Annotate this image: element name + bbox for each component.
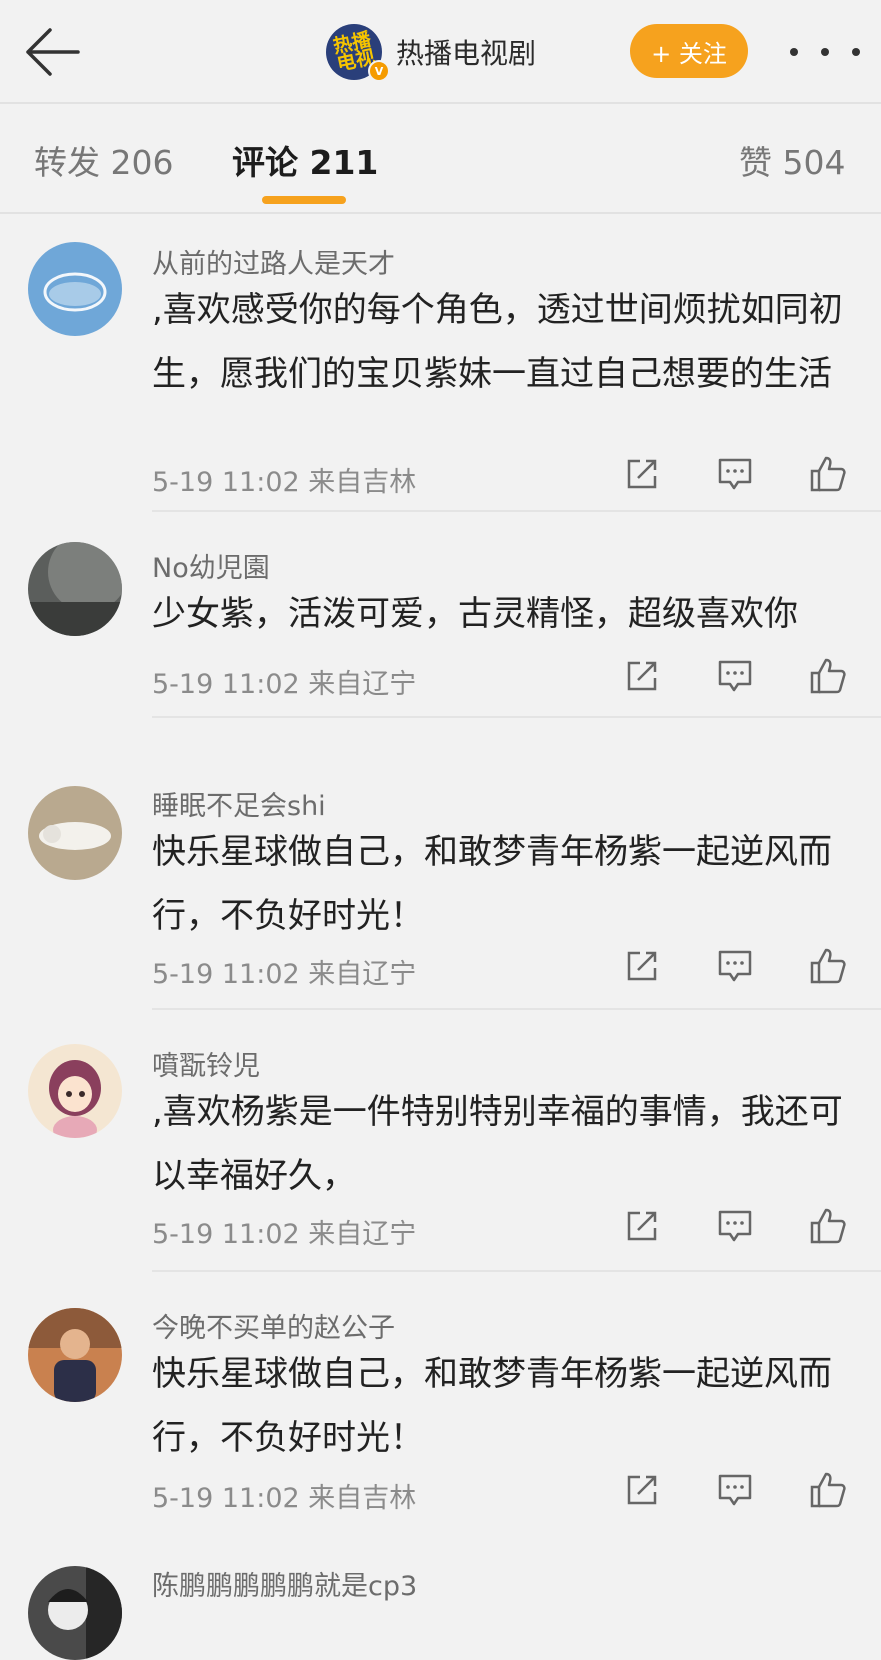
tab-repost[interactable]: 转发 206	[34, 136, 173, 184]
share-icon	[627, 1211, 657, 1241]
comment-icon	[718, 660, 752, 692]
like-button[interactable]	[806, 452, 850, 496]
avatar[interactable]	[28, 542, 122, 636]
share-icon	[627, 459, 657, 489]
share-button[interactable]	[620, 452, 664, 496]
comment-actions	[620, 1468, 850, 1512]
comment-username[interactable]: 今晚不买单的赵公子	[152, 1306, 395, 1345]
comment-text: 少女紫，活泼可爱，古灵精怪，超级喜欢你	[152, 594, 798, 634]
comment-actions	[620, 452, 850, 496]
avatar-image	[28, 1566, 122, 1660]
reply-button[interactable]	[713, 1204, 757, 1248]
avatar[interactable]	[28, 1308, 122, 1402]
comment-meta: 5-19 11:02 来自吉林	[152, 1483, 417, 1514]
avatar[interactable]	[28, 786, 122, 880]
active-tab-indicator	[262, 196, 346, 204]
avatar[interactable]	[28, 1566, 122, 1660]
reply-button[interactable]	[713, 944, 757, 988]
comment-username[interactable]: No幼児園	[152, 546, 270, 585]
comment-text: ,喜欢杨紫是一件特别特别幸福的事情，我还可以幸福好久，	[152, 1092, 843, 1196]
comment-actions	[620, 944, 850, 988]
share-icon	[627, 1475, 657, 1505]
comment-text: 快乐星球做自己，和敢梦青年杨紫一起逆风而行，不负好时光！	[152, 832, 832, 936]
avatar-image	[28, 1308, 122, 1402]
like-button[interactable]	[806, 944, 850, 988]
reply-button[interactable]	[713, 452, 757, 496]
comment-meta: 5-19 11:02 来自吉林	[152, 467, 417, 498]
comment-meta: 5-19 11:02 来自辽宁	[152, 1219, 417, 1250]
header-divider	[0, 102, 881, 104]
dot-icon	[821, 48, 829, 56]
back-button[interactable]	[20, 24, 84, 80]
comment-username[interactable]: 噴翫铃児	[152, 1044, 260, 1083]
comment-divider	[152, 716, 881, 718]
comment-actions	[620, 654, 850, 698]
comment-username[interactable]: 陈鹏鹏鹏鹏鹏就是cp3	[152, 1564, 417, 1603]
share-icon	[627, 951, 657, 981]
account-name[interactable]: 热播电视剧	[396, 32, 536, 72]
comment-text: 快乐星球做自己，和敢梦青年杨紫一起逆风而行，不负好时光！	[152, 1354, 832, 1458]
arrow-left-icon	[26, 28, 80, 76]
avatar-image	[28, 786, 122, 880]
comment-icon	[718, 1210, 752, 1242]
share-button[interactable]	[620, 944, 664, 988]
comment-divider	[152, 1270, 881, 1272]
share-icon	[627, 661, 657, 691]
comment-icon	[718, 1474, 752, 1506]
comment-text: ,喜欢感受你的每个角色，透过世间烦扰如同初生，愿我们的宝贝紫妹一直过自己想要的生…	[152, 290, 843, 394]
avatar[interactable]	[28, 1044, 122, 1138]
share-button[interactable]	[620, 1468, 664, 1512]
tab-comments[interactable]: 评论 211	[232, 136, 378, 184]
thumbs-up-icon	[810, 948, 846, 984]
comment-icon	[718, 458, 752, 490]
like-button[interactable]	[806, 654, 850, 698]
avatar[interactable]	[28, 242, 122, 336]
comment-meta: 5-19 11:02 来自辽宁	[152, 959, 417, 990]
comment-divider	[152, 510, 881, 512]
like-button[interactable]	[806, 1204, 850, 1248]
tabs-divider	[0, 212, 881, 214]
comment-username[interactable]: 从前的过路人是天才	[152, 242, 395, 281]
comment-icon	[718, 950, 752, 982]
verified-badge-icon: V	[368, 60, 390, 82]
avatar-image	[28, 242, 122, 336]
follow-button[interactable]: + 关注	[630, 24, 748, 78]
comment-actions	[620, 1204, 850, 1248]
avatar-image	[28, 542, 122, 636]
share-button[interactable]	[620, 1204, 664, 1248]
thumbs-up-icon	[810, 456, 846, 492]
thumbs-up-icon	[810, 658, 846, 694]
dot-icon	[790, 48, 798, 56]
more-options-button[interactable]	[790, 34, 860, 70]
thumbs-up-icon	[810, 1472, 846, 1508]
share-button[interactable]	[620, 654, 664, 698]
top-bar: 热播 电视 热播电视剧 V + 关注	[0, 0, 881, 102]
dot-icon	[852, 48, 860, 56]
comment-divider	[152, 1008, 881, 1010]
comment-username[interactable]: 睡眠不足会shi	[152, 784, 326, 823]
account-header[interactable]: 热播 电视 热播电视剧	[326, 24, 536, 80]
comment-meta: 5-19 11:02 来自辽宁	[152, 669, 417, 700]
like-button[interactable]	[806, 1468, 850, 1512]
thumbs-up-icon	[810, 1208, 846, 1244]
tab-likes[interactable]: 赞 504	[739, 136, 845, 184]
avatar-image	[28, 1044, 122, 1138]
reply-button[interactable]	[713, 1468, 757, 1512]
reply-button[interactable]	[713, 654, 757, 698]
